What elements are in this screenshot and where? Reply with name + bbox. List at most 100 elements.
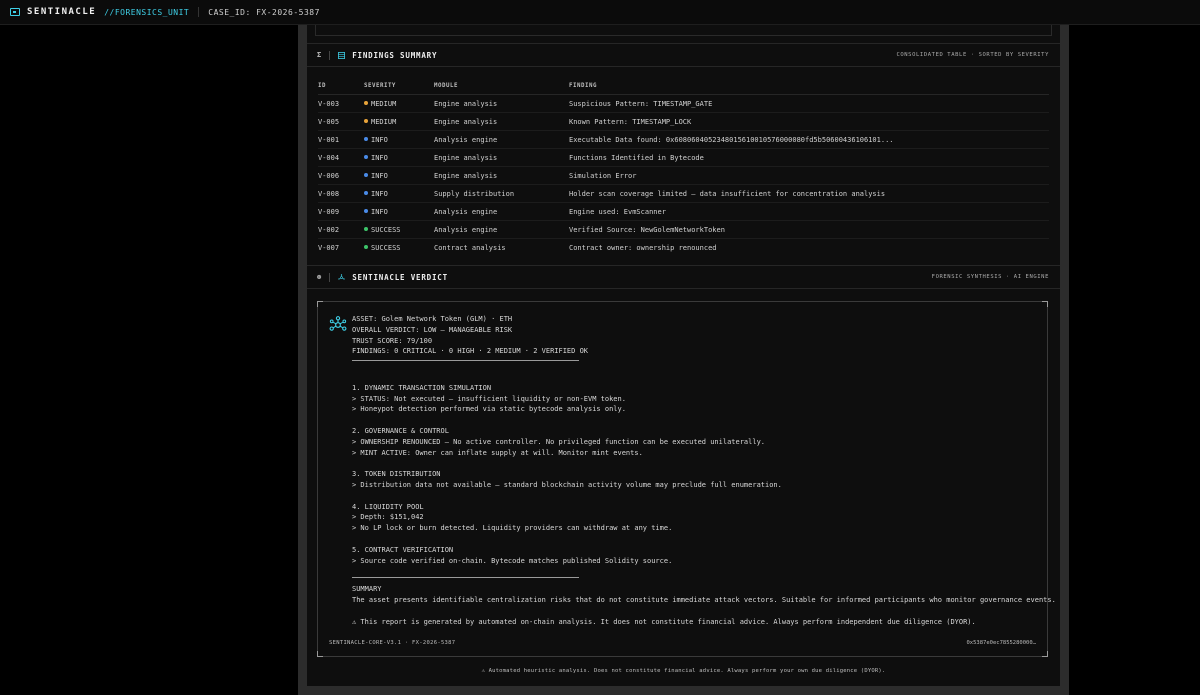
module: Supply distribution xyxy=(434,184,569,203)
finding-text: Suspicious Pattern: TIMESTAMP_GATE xyxy=(569,94,1049,113)
severity: INFO xyxy=(364,148,434,167)
severity: INFO xyxy=(364,202,434,221)
divider xyxy=(329,50,331,60)
section-line: > OWNERSHIP RENOUNCED — No active contro… xyxy=(352,437,766,446)
module: Analysis engine xyxy=(434,202,569,221)
table-icon xyxy=(338,51,346,59)
section-heading: 3. TOKEN DISTRIBUTION xyxy=(352,470,441,479)
severity: INFO xyxy=(364,184,434,203)
module: Engine analysis xyxy=(434,94,569,113)
table-row: V-003 MEDIUM Engine analysis Suspicious Pat… xyxy=(318,94,1049,113)
severity-label: SUCCESS xyxy=(371,225,401,234)
section-heading: 1. DYNAMIC TRANSACTION SIMULATION xyxy=(352,383,492,392)
case-id: CASE_ID: FX-2026-5387 xyxy=(208,7,320,17)
module: Engine analysis xyxy=(434,112,569,131)
verdict-findings-count: FINDINGS: 0 CRITICAL · 0 HIGH · 2 MEDIUM… xyxy=(352,347,589,356)
previous-section-box xyxy=(315,25,1052,36)
finding-text: Verified Source: NewGolemNetworkToken xyxy=(569,220,1049,239)
finding-id: V-002 xyxy=(318,220,364,239)
finding-text: Holder scan coverage limited — data insu… xyxy=(569,184,1049,203)
severity-dot-icon xyxy=(364,172,368,177)
network-node-icon xyxy=(329,316,347,331)
severity-dot-icon xyxy=(364,118,368,123)
corner-bracket xyxy=(317,301,323,307)
severity-label: MEDIUM xyxy=(371,99,397,108)
verdict-text: ASSET: Golem Network Token (GLM) · ETH O… xyxy=(352,314,1056,627)
table-row: V-002 SUCCESS Analysis engine Verified Sour… xyxy=(318,220,1049,239)
table-row: V-006 INFO Engine analysis Simulation Error xyxy=(318,166,1049,185)
verdict-footer-version: SENTINACLE-CORE-V3.1 · FX-2026-5387 xyxy=(329,640,456,646)
section-line: > MINT ACTIVE: Owner can inflate supply … xyxy=(352,448,643,457)
findings-table: ID SEVERITY MODULE FINDING V-003 MEDIUM En… xyxy=(318,78,1049,256)
summary-text: The asset presents identifiable centrali… xyxy=(352,595,1056,604)
severity-dot-icon xyxy=(364,136,368,141)
verdict-overall: OVERALL VERDICT: LOW — MANAGEABLE RISK xyxy=(352,325,513,334)
severity-label: MEDIUM xyxy=(371,117,397,126)
section-line: > Distribution data not available — stan… xyxy=(352,480,782,489)
severity-label: INFO xyxy=(371,153,388,162)
severity-dot-icon xyxy=(364,190,368,195)
finding-id: V-004 xyxy=(318,148,364,167)
severity-label: SUCCESS xyxy=(371,243,401,252)
section-line: > Source code verified on-chain. Bytecod… xyxy=(352,556,673,565)
section-line: > Depth: $151,042 xyxy=(352,513,424,522)
top-bar: SENTINACLE //FORENSICS_UNIT CASE_ID: FX-… xyxy=(0,0,1200,25)
findings-header: Σ FINDINGS SUMMARY CONSOLIDATED TABLE · … xyxy=(307,43,1060,67)
network-node-icon xyxy=(338,273,345,280)
verdict-trust-score: TRUST SCORE: 79/100 xyxy=(352,336,433,345)
severity-dot-icon xyxy=(364,244,368,249)
finding-id: V-001 xyxy=(318,130,364,149)
finding-id: V-003 xyxy=(318,94,364,113)
column-header-severity: SEVERITY xyxy=(364,78,434,95)
warning-text: ⚠ This report is generated by automated … xyxy=(352,617,976,626)
report-panel[interactable]: Σ FINDINGS SUMMARY CONSOLIDATED TABLE · … xyxy=(307,25,1060,686)
column-header-module: MODULE xyxy=(434,78,569,95)
module: Analysis engine xyxy=(434,130,569,149)
module: Contract analysis xyxy=(434,243,506,252)
section-heading: 2. GOVERNANCE & CONTROL xyxy=(352,426,449,435)
section-title: SENTINACLE VERDICT xyxy=(352,272,448,282)
finding-text: Engine used: EvmScanner xyxy=(569,202,1049,221)
divider xyxy=(329,272,331,282)
column-header-id: ID xyxy=(318,78,364,95)
severity-dot-icon xyxy=(364,226,368,231)
table-row: V-007 SUCCESS Contract analysis Contract ow… xyxy=(318,239,1049,257)
finding-id: V-007 xyxy=(318,243,340,252)
module: Engine analysis xyxy=(434,148,569,167)
table-row: V-005 MEDIUM Engine analysis Known Pattern:… xyxy=(318,112,1049,131)
severity-label: INFO xyxy=(371,207,388,216)
finding-text: Contract owner: ownership renounced xyxy=(569,243,717,252)
divider xyxy=(198,7,200,17)
section-line: > STATUS: Not executed — insufficient li… xyxy=(352,394,626,403)
severity: MEDIUM xyxy=(364,112,434,131)
section-heading: 5. CONTRACT VERIFICATION xyxy=(352,545,454,554)
section-meta: FORENSIC SYNTHESIS · AI ENGINE xyxy=(931,274,1049,280)
section-title: FINDINGS SUMMARY xyxy=(352,50,438,60)
finding-text: Known Pattern: TIMESTAMP_LOCK xyxy=(569,112,1049,131)
severity-label: INFO xyxy=(371,171,388,180)
verdict-footer-hash: 0x5387e0ec7855280000… xyxy=(966,640,1036,646)
disclaimer: ⚠ Automated heuristic analysis. Does not… xyxy=(481,668,886,674)
severity-label: INFO xyxy=(371,189,388,198)
severity: SUCCESS xyxy=(364,220,434,239)
terminal-icon xyxy=(10,8,20,16)
finding-text: Executable Data found: 0x608060405234801… xyxy=(569,130,1049,149)
section-meta: CONSOLIDATED TABLE · SORTED BY SEVERITY xyxy=(896,52,1049,58)
severity: SUCCESS xyxy=(364,239,434,257)
section-heading: 4. LIQUIDITY POOL xyxy=(352,502,424,511)
severity-dot-icon xyxy=(364,154,368,159)
table-row: V-008 INFO Supply distribution Holder scan … xyxy=(318,184,1049,203)
severity-label: INFO xyxy=(371,135,388,144)
severity-dot-icon xyxy=(364,100,368,105)
verdict-asset: ASSET: Golem Network Token (GLM) · ETH xyxy=(352,315,513,323)
finding-id: V-005 xyxy=(318,112,364,131)
verdict-box: ASSET: Golem Network Token (GLM) · ETH O… xyxy=(317,301,1056,657)
unit-label: //FORENSICS_UNIT xyxy=(104,7,190,17)
finding-id: V-006 xyxy=(318,166,364,185)
finding-id: V-008 xyxy=(318,184,364,203)
finding-id: V-009 xyxy=(318,202,364,221)
section-line: > No LP lock or burn detected. Liquidity… xyxy=(352,524,673,533)
module: Engine analysis xyxy=(434,166,569,185)
finding-text: Simulation Error xyxy=(569,166,1049,185)
corner-bracket xyxy=(1042,651,1048,657)
